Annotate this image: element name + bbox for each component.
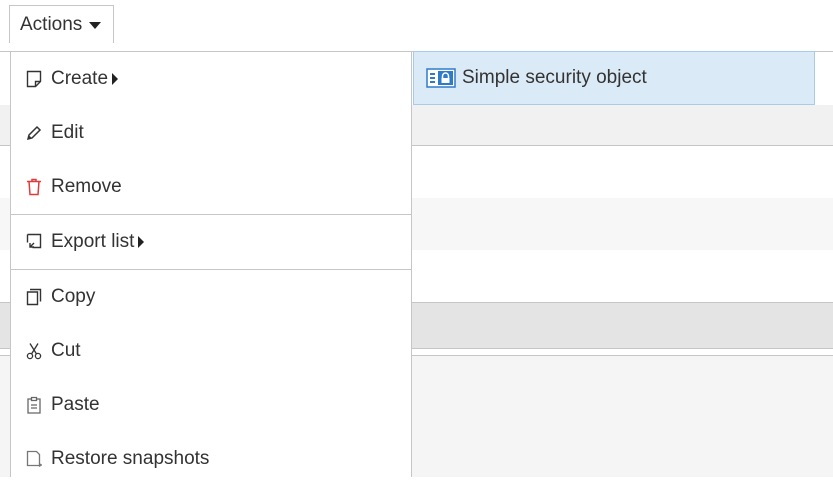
menu-item-label: Cut xyxy=(51,340,81,361)
menu-item-label: Remove xyxy=(51,176,122,197)
menu-item-restore-snapshots[interactable]: Restore snapshots xyxy=(11,432,411,486)
scissors-icon xyxy=(25,341,43,361)
trash-icon xyxy=(25,177,43,197)
menu-item-remove[interactable]: Remove xyxy=(11,160,411,214)
clipboard-icon xyxy=(25,395,43,415)
menu-item-label: Restore snapshots xyxy=(51,448,210,469)
menu-item-label: Export list xyxy=(51,231,135,252)
menu-item-paste[interactable]: Paste xyxy=(11,378,411,432)
caret-down-icon xyxy=(89,22,102,29)
menu-item-create[interactable]: Create xyxy=(11,52,411,106)
actions-menu: Create Edit Remove Export list Copy Cut xyxy=(10,51,412,477)
menu-item-label: Copy xyxy=(51,286,96,307)
menu-item-label: Edit xyxy=(51,122,84,143)
caret-right-icon xyxy=(138,236,145,248)
security-object-icon xyxy=(426,68,456,88)
menu-item-export-list[interactable]: Export list xyxy=(11,215,411,269)
menu-item-edit[interactable]: Edit xyxy=(11,106,411,160)
actions-button[interactable]: Actions xyxy=(9,5,115,43)
menu-item-cut[interactable]: Cut xyxy=(11,324,411,378)
caret-right-icon xyxy=(112,73,119,85)
pencil-icon xyxy=(25,123,43,143)
menu-item-label: Paste xyxy=(51,394,100,415)
menu-item-copy[interactable]: Copy xyxy=(11,270,411,324)
submenu-item-label: Simple security object xyxy=(462,67,647,88)
export-icon xyxy=(25,232,43,252)
restore-snapshot-icon xyxy=(25,449,43,469)
copy-icon xyxy=(25,287,43,307)
submenu-item-simple-security-object[interactable]: Simple security object xyxy=(413,51,815,105)
menu-item-label: Create xyxy=(51,68,109,89)
actions-button-label: Actions xyxy=(20,13,83,35)
document-icon xyxy=(25,69,43,89)
